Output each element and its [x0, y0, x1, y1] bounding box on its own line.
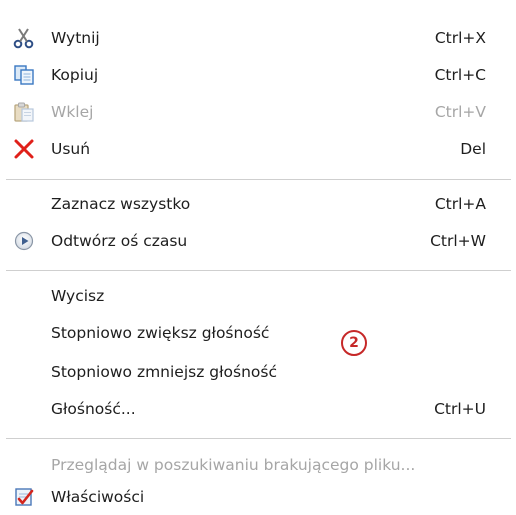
menu-item-fade-out[interactable]: Stopniowo zmniejsz głośność — [0, 355, 516, 389]
menu-separator — [6, 179, 511, 180]
menu-item-label: Przeglądaj w poszukiwaniu brakującego pl… — [51, 456, 416, 474]
menu-item-label: Kopiuj — [51, 66, 99, 84]
menu-item-shortcut: Ctrl+A — [434, 195, 486, 213]
delete-x-icon — [12, 137, 36, 161]
menu-item-play-timeline[interactable]: Odtwórz oś czasu Ctrl+W — [0, 224, 516, 258]
context-menu: Wytnij Ctrl+X Kopiuj Ctrl+C Wklej Ctrl+V… — [0, 0, 516, 515]
menu-item-shortcut: Ctrl+C — [434, 66, 486, 84]
paste-icon — [12, 100, 36, 124]
menu-item-mute[interactable]: Wycisz — [0, 279, 516, 313]
copy-icon — [12, 63, 36, 87]
menu-item-browse-missing-file[interactable]: Przeglądaj w poszukiwaniu brakującego pl… — [0, 448, 516, 482]
menu-item-properties[interactable]: Właściwości — [0, 480, 516, 514]
menu-item-delete[interactable]: Usuń Del — [0, 132, 516, 166]
menu-item-label: Wytnij — [51, 29, 100, 47]
menu-item-label: Zaznacz wszystko — [51, 195, 191, 213]
menu-item-label: Usuń — [51, 140, 91, 158]
menu-item-shortcut: Ctrl+V — [434, 103, 486, 121]
menu-separator — [6, 270, 511, 271]
menu-item-paste[interactable]: Wklej Ctrl+V — [0, 95, 516, 129]
play-icon — [12, 229, 36, 253]
menu-item-label: Wklej — [51, 103, 94, 121]
menu-item-shortcut: Ctrl+W — [430, 232, 486, 250]
annotation-badge: 2 — [341, 330, 367, 356]
menu-item-volume[interactable]: Głośność... Ctrl+U — [0, 392, 516, 426]
menu-item-label: Stopniowo zwiększ głośność — [51, 324, 270, 342]
menu-item-label: Stopniowo zmniejsz głośność — [51, 363, 277, 381]
menu-item-label: Wycisz — [51, 287, 105, 305]
menu-item-shortcut: Ctrl+U — [434, 400, 486, 418]
menu-item-label: Głośność... — [51, 400, 136, 418]
menu-item-label: Właściwości — [51, 488, 145, 506]
menu-item-shortcut: Del — [460, 140, 486, 158]
menu-separator — [6, 438, 511, 439]
properties-icon — [12, 485, 36, 509]
menu-item-cut[interactable]: Wytnij Ctrl+X — [0, 21, 516, 55]
menu-item-fade-in[interactable]: Stopniowo zwiększ głośność — [0, 316, 516, 350]
menu-item-copy[interactable]: Kopiuj Ctrl+C — [0, 58, 516, 92]
scissors-icon — [12, 26, 36, 50]
menu-item-select-all[interactable]: Zaznacz wszystko Ctrl+A — [0, 187, 516, 221]
menu-item-shortcut: Ctrl+X — [434, 29, 486, 47]
menu-item-label: Odtwórz oś czasu — [51, 232, 188, 250]
